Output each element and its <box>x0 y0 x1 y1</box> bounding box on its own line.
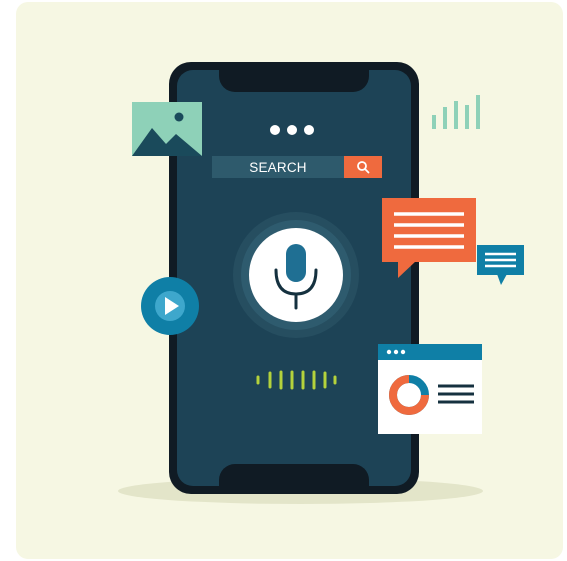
bar-signal-icon <box>432 95 480 129</box>
phone-screen: SEARCH <box>177 70 411 486</box>
search-icon <box>357 161 370 174</box>
phone-bottom-notch <box>219 464 369 486</box>
microphone-ring <box>241 220 351 330</box>
search-label: SEARCH <box>249 159 307 175</box>
play-icon[interactable] <box>141 277 199 335</box>
microphone-circle <box>249 228 343 322</box>
more-dots-icon[interactable] <box>270 125 314 135</box>
search-button[interactable] <box>344 156 382 178</box>
search-bar[interactable]: SEARCH <box>212 156 382 178</box>
phone-top-notch <box>219 70 369 92</box>
sound-wave-icon <box>256 370 337 390</box>
image-icon <box>132 102 202 156</box>
donut-chart-icon <box>378 344 482 434</box>
small-chat-bubble-icon <box>477 245 524 285</box>
chat-bubble-icon <box>382 198 476 278</box>
microphone-icon <box>274 244 318 310</box>
microphone-button[interactable] <box>233 212 359 338</box>
